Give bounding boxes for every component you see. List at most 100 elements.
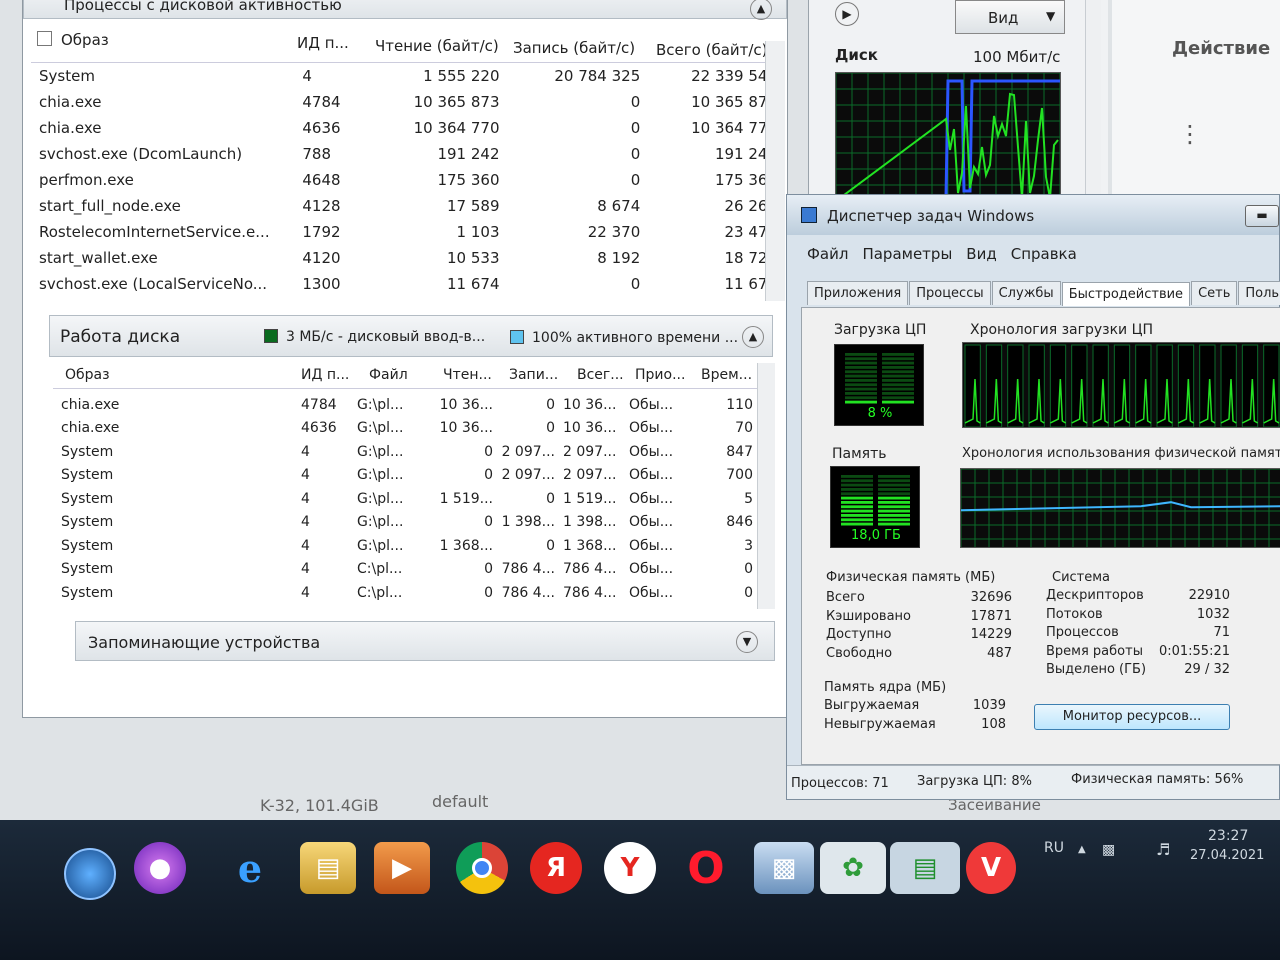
more-options-icon[interactable]: ⋮: [1178, 122, 1202, 146]
col-pid[interactable]: ИД п...: [297, 34, 349, 52]
tab-5[interactable]: Пользов: [1238, 281, 1280, 305]
media-player-icon[interactable]: ▶: [374, 842, 430, 894]
table-cell: 847: [726, 443, 753, 460]
col-file[interactable]: Файл: [369, 367, 408, 383]
plot-type-label: default: [432, 792, 489, 811]
forward-icon[interactable]: ▶: [835, 2, 859, 26]
right-panel-scrollbar[interactable]: [1085, 0, 1101, 200]
menu-item[interactable]: Справка: [1011, 245, 1077, 263]
col-response[interactable]: Врем...: [701, 367, 752, 383]
table-cell: System: [61, 443, 114, 460]
clock-date[interactable]: 27.04.2021: [1190, 848, 1264, 863]
table-cell: start_full_node.exe: [39, 197, 181, 215]
stat-label: Выделено (ГБ): [1046, 662, 1147, 677]
disk-processes-header[interactable]: Процессы с дисковой активностью ▲: [23, 0, 787, 20]
tab-3[interactable]: Быстродействие: [1061, 282, 1191, 306]
task-manager-titlebar[interactable]: Диспетчер задач Windows ▬: [787, 195, 1279, 235]
table-cell: Обы...: [629, 420, 674, 437]
table-row[interactable]: RostelecomInternetService.e... 1792 1 103 2…: [31, 219, 777, 245]
volume-icon[interactable]: ♬: [1156, 840, 1170, 859]
minimize-button[interactable]: ▬: [1245, 205, 1279, 227]
status-memory: Физическая память: 56%: [1071, 772, 1244, 787]
table-row[interactable]: chia.exe 4636 10 364 770 0 10 364 770: [31, 115, 777, 141]
opera-icon[interactable]: O: [678, 842, 734, 894]
table-cell: 1 519...: [563, 490, 617, 507]
menu-item[interactable]: Параметры: [862, 245, 952, 263]
chrome-icon[interactable]: [456, 842, 508, 894]
active-legend-label: 100% активного времени ...: [532, 330, 739, 346]
yandex-browser-icon[interactable]: Y: [604, 842, 656, 894]
chia-leaf-icon[interactable]: ✿: [820, 842, 886, 894]
view-dropdown[interactable]: Вид ▼: [955, 0, 1065, 34]
table-cell: Обы...: [629, 396, 674, 413]
resource-monitor-button[interactable]: Монитор ресурсов...: [1034, 704, 1230, 730]
table-cell: 22 339 545: [691, 67, 777, 85]
table-row[interactable]: System 4 G:\pl... 0 1 398... 1 398... Обы... 84…: [53, 511, 753, 535]
col-total[interactable]: Всег...: [577, 367, 624, 383]
table-row[interactable]: start_full_node.exe 4128 17 589 8 674 26 263: [31, 193, 777, 219]
table-row[interactable]: System 4 G:\pl... 0 2 097... 2 097... Обы... 84…: [53, 440, 753, 464]
clock-time[interactable]: 23:27: [1208, 828, 1248, 844]
tab-4[interactable]: Сеть: [1191, 281, 1238, 305]
table-row[interactable]: System 4 C:\pl... 0 786 4... 786 4... Обы... 0: [53, 558, 753, 582]
network-app-icon[interactable]: ▩: [754, 842, 814, 894]
language-indicator[interactable]: RU: [1044, 840, 1064, 856]
table-row[interactable]: chia.exe 4784 10 365 873 0 10 365 873: [31, 89, 777, 115]
internet-explorer-icon[interactable]: e: [222, 842, 278, 894]
tab-0[interactable]: Приложения: [807, 281, 909, 305]
table-row[interactable]: perfmon.exe 4648 175 360 0 175 360: [31, 167, 777, 193]
table-cell: Обы...: [629, 514, 674, 531]
system-stats: Дескрипторов 22910 Потоков 1032 Процессов 71 В…: [1046, 588, 1230, 681]
file-explorer-icon[interactable]: ▤: [300, 842, 356, 894]
yandex-icon[interactable]: Я: [530, 842, 582, 894]
menu-item[interactable]: Файл: [807, 245, 848, 263]
disk-work-scrollbar[interactable]: [757, 363, 775, 609]
collapse-icon[interactable]: ▲: [742, 326, 764, 348]
menu-item[interactable]: Вид: [966, 245, 996, 263]
select-all-checkbox[interactable]: [37, 31, 52, 46]
disk-work-header[interactable]: Работа диска 3 МБ/с - дисковый ввод-в...…: [49, 315, 773, 357]
collapse-icon[interactable]: ▲: [750, 0, 772, 20]
table-row[interactable]: System 4 G:\pl... 0 2 097... 2 097... Обы... 70…: [53, 464, 753, 488]
table-cell: System: [61, 490, 114, 507]
col-total[interactable]: Всего (байт/с): [656, 41, 768, 59]
table-cell: 0: [484, 443, 493, 460]
table-cell: 786 4...: [563, 561, 617, 578]
io-legend-icon: [264, 329, 278, 343]
table-cell: Обы...: [629, 537, 674, 554]
vivaldi-icon[interactable]: V: [966, 842, 1016, 894]
col-pid[interactable]: ИД п...: [301, 367, 349, 383]
storage-header[interactable]: Запоминающие устройства ▼: [75, 621, 775, 661]
table-cell: chia.exe: [61, 420, 120, 437]
task-manager-taskbar-icon[interactable]: ▤: [890, 842, 960, 894]
stat-value: 1039: [972, 698, 1006, 713]
col-write[interactable]: Запись (байт/с): [513, 39, 635, 57]
col-image[interactable]: Образ: [65, 367, 110, 383]
col-read[interactable]: Чтен...: [443, 367, 492, 383]
table-row[interactable]: System 4 G:\pl... 1 368... 0 1 368... Обы... 3: [53, 534, 753, 558]
col-priority[interactable]: Прио...: [635, 367, 685, 383]
table-cell: 0: [484, 514, 493, 531]
tab-2[interactable]: Службы: [991, 281, 1061, 305]
table-row[interactable]: svchost.exe (DcomLaunch) 788 191 242 0 191 2…: [31, 141, 777, 167]
table-row[interactable]: System 4 C:\pl... 0 786 4... 786 4... Обы... 0: [53, 581, 753, 605]
table-row[interactable]: start_wallet.exe 4120 10 533 8 192 18 725: [31, 245, 777, 271]
cpu-history-graph: [962, 342, 1280, 428]
table-row[interactable]: chia.exe 4784 G:\pl... 10 36... 0 10 36... Обы…: [53, 393, 753, 417]
table-row[interactable]: System 4 1 555 220 20 784 325 22 339 545: [31, 63, 777, 89]
expand-icon[interactable]: ▼: [736, 631, 758, 653]
network-tray-icon[interactable]: ▩: [1102, 842, 1115, 858]
table-cell: 2 097...: [501, 467, 555, 484]
show-hidden-icons[interactable]: ▲: [1078, 844, 1086, 855]
table-row[interactable]: System 4 G:\pl... 1 519... 0 1 519... Обы... 5: [53, 487, 753, 511]
col-write[interactable]: Запи...: [509, 367, 558, 383]
tab-1[interactable]: Процессы: [909, 281, 991, 305]
disk-processes-scrollbar[interactable]: [765, 41, 785, 301]
col-read[interactable]: Чтение (байт/с): [375, 37, 499, 55]
col-image[interactable]: Образ: [61, 31, 109, 49]
table-row[interactable]: chia.exe 4636 G:\pl... 10 36... 0 10 36... Обы…: [53, 417, 753, 441]
messenger-icon[interactable]: ●: [134, 842, 186, 894]
start-button[interactable]: [64, 848, 116, 900]
cpu-usage-meter: 8 %: [834, 344, 924, 426]
table-row[interactable]: svchost.exe (LocalServiceNo... 1300 11 674…: [31, 271, 777, 297]
